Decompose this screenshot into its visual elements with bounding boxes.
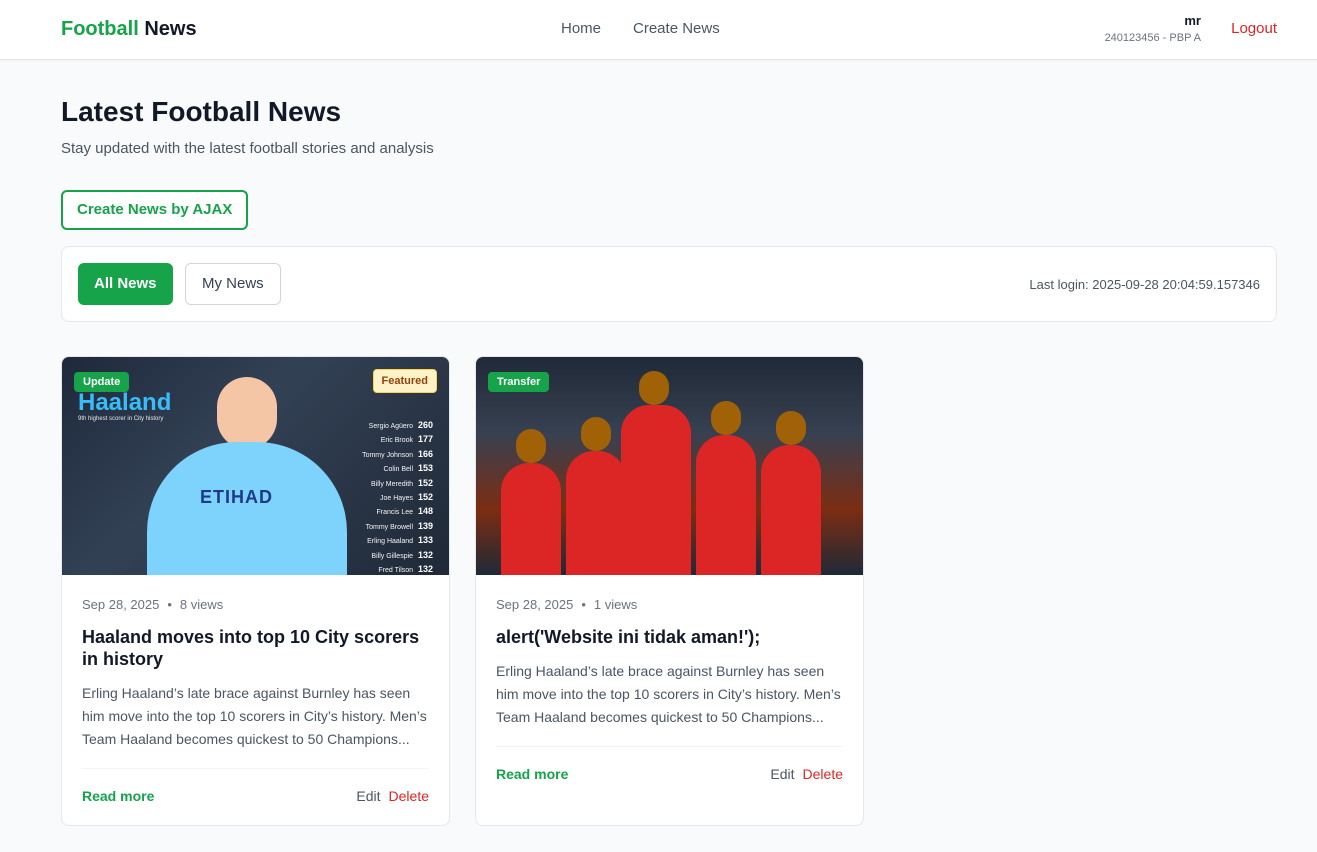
edit-link[interactable]: Edit bbox=[770, 766, 794, 782]
featured-badge: Featured bbox=[372, 369, 437, 393]
scorer-row: Tommy Browell 139 bbox=[365, 520, 433, 531]
brand-secondary: News bbox=[144, 18, 197, 40]
image-title-text: Haaland bbox=[78, 389, 172, 416]
card-footer: Read more Edit Delete bbox=[496, 746, 843, 802]
scorer-row: Fred Tilson 132 bbox=[378, 564, 433, 575]
filter-bar: All News My News Last login: 2025-09-28 … bbox=[61, 246, 1277, 322]
edit-link[interactable]: Edit bbox=[356, 788, 380, 804]
all-news-button[interactable]: All News bbox=[78, 263, 173, 305]
card-footer: Read more Edit Delete bbox=[82, 768, 429, 824]
user-meta: 240123456 - PBP A bbox=[1104, 32, 1201, 44]
page-subtitle: Stay updated with the latest football st… bbox=[61, 140, 434, 157]
player-figure bbox=[696, 435, 756, 575]
scorer-row: Eric Brook 177 bbox=[380, 434, 433, 445]
nav-link-home[interactable]: Home bbox=[561, 20, 601, 37]
player-image bbox=[217, 377, 277, 449]
read-more-link[interactable]: Read more bbox=[82, 788, 154, 804]
category-badge: Update bbox=[74, 372, 130, 392]
scorers-list: Sergio Agüero 260 Eric Brook 177 Tommy J… bbox=[362, 419, 433, 575]
player-figure bbox=[761, 445, 821, 575]
image-subtitle-text: 9th highest scorer in City history bbox=[78, 416, 164, 422]
scorer-row: Billy Meredith 152 bbox=[371, 477, 433, 488]
scorer-row: Joe Hayes 152 bbox=[379, 492, 433, 503]
logout-link[interactable]: Logout bbox=[1231, 20, 1277, 37]
news-grid: ETIHAD Haaland 9th highest scorer in Cit… bbox=[61, 356, 864, 826]
player-head bbox=[711, 401, 741, 435]
player-shirt-image bbox=[147, 442, 347, 575]
scorer-row: Billy Gillespie 132 bbox=[371, 549, 433, 560]
news-views: 1 views bbox=[593, 597, 638, 612]
shirt-sponsor-text: ETIHAD bbox=[200, 487, 273, 507]
news-date: Sep 28, 2025 bbox=[496, 597, 574, 612]
news-thumbnail[interactable]: Transfer bbox=[476, 357, 863, 575]
nav-links: Home Create News bbox=[561, 20, 720, 37]
user-name: mr bbox=[1184, 13, 1201, 28]
player-head bbox=[639, 371, 669, 405]
player-figure bbox=[501, 463, 561, 575]
player-figure bbox=[621, 405, 691, 575]
top-navbar: Football News Home Create News mr 240123… bbox=[0, 0, 1317, 60]
news-thumbnail[interactable]: ETIHAD Haaland 9th highest scorer in Cit… bbox=[62, 357, 449, 575]
delete-link[interactable]: Delete bbox=[389, 788, 429, 804]
page-title: Latest Football News bbox=[61, 96, 342, 127]
news-excerpt: Erling Haaland’s late brace against Burn… bbox=[496, 663, 841, 725]
read-more-link[interactable]: Read more bbox=[496, 766, 568, 782]
player-figure bbox=[566, 451, 626, 575]
news-meta: Sep 28, 2025 • 8 views bbox=[82, 597, 224, 612]
scorer-row: Erling Haaland 133 bbox=[367, 535, 433, 546]
news-date: Sep 28, 2025 bbox=[82, 597, 160, 612]
brand-logo[interactable]: Football News bbox=[61, 18, 197, 41]
news-excerpt: Erling Haaland’s late brace against Burn… bbox=[82, 685, 427, 747]
scorer-row: Tommy Johnson 166 bbox=[362, 448, 433, 459]
news-meta: Sep 28, 2025 • 1 views bbox=[496, 597, 638, 612]
news-card: ETIHAD Haaland 9th highest scorer in Cit… bbox=[61, 356, 450, 826]
nav-link-create-news[interactable]: Create News bbox=[633, 20, 720, 37]
scorer-row: Francis Lee 148 bbox=[376, 506, 433, 517]
last-login-text: Last login: 2025-09-28 20:04:59.157346 bbox=[1029, 277, 1260, 292]
category-badge: Transfer bbox=[488, 372, 550, 392]
news-card: Transfer Sep 28, 2025 • 1 views alert('Web… bbox=[475, 356, 864, 826]
delete-link[interactable]: Delete bbox=[803, 766, 843, 782]
scorer-row: Sergio Agüero 260 bbox=[368, 420, 433, 430]
scorer-row: Colin Bell 153 bbox=[383, 463, 433, 474]
my-news-button[interactable]: My News bbox=[185, 263, 281, 305]
player-head bbox=[581, 417, 611, 451]
news-views: 8 views bbox=[179, 597, 224, 612]
main-content: Latest Football News Stay updated with t… bbox=[61, 60, 1277, 826]
player-head bbox=[776, 411, 806, 445]
news-title[interactable]: Haaland moves into top 10 City scorers i… bbox=[82, 626, 429, 670]
brand-primary: Football bbox=[61, 18, 139, 40]
user-info: mr 240123456 - PBP A bbox=[1105, 13, 1201, 44]
player-head bbox=[516, 429, 546, 463]
create-news-ajax-button[interactable]: Create News by AJAX bbox=[61, 190, 249, 230]
news-title[interactable]: alert('Website ini tidak aman!'); bbox=[496, 626, 843, 648]
